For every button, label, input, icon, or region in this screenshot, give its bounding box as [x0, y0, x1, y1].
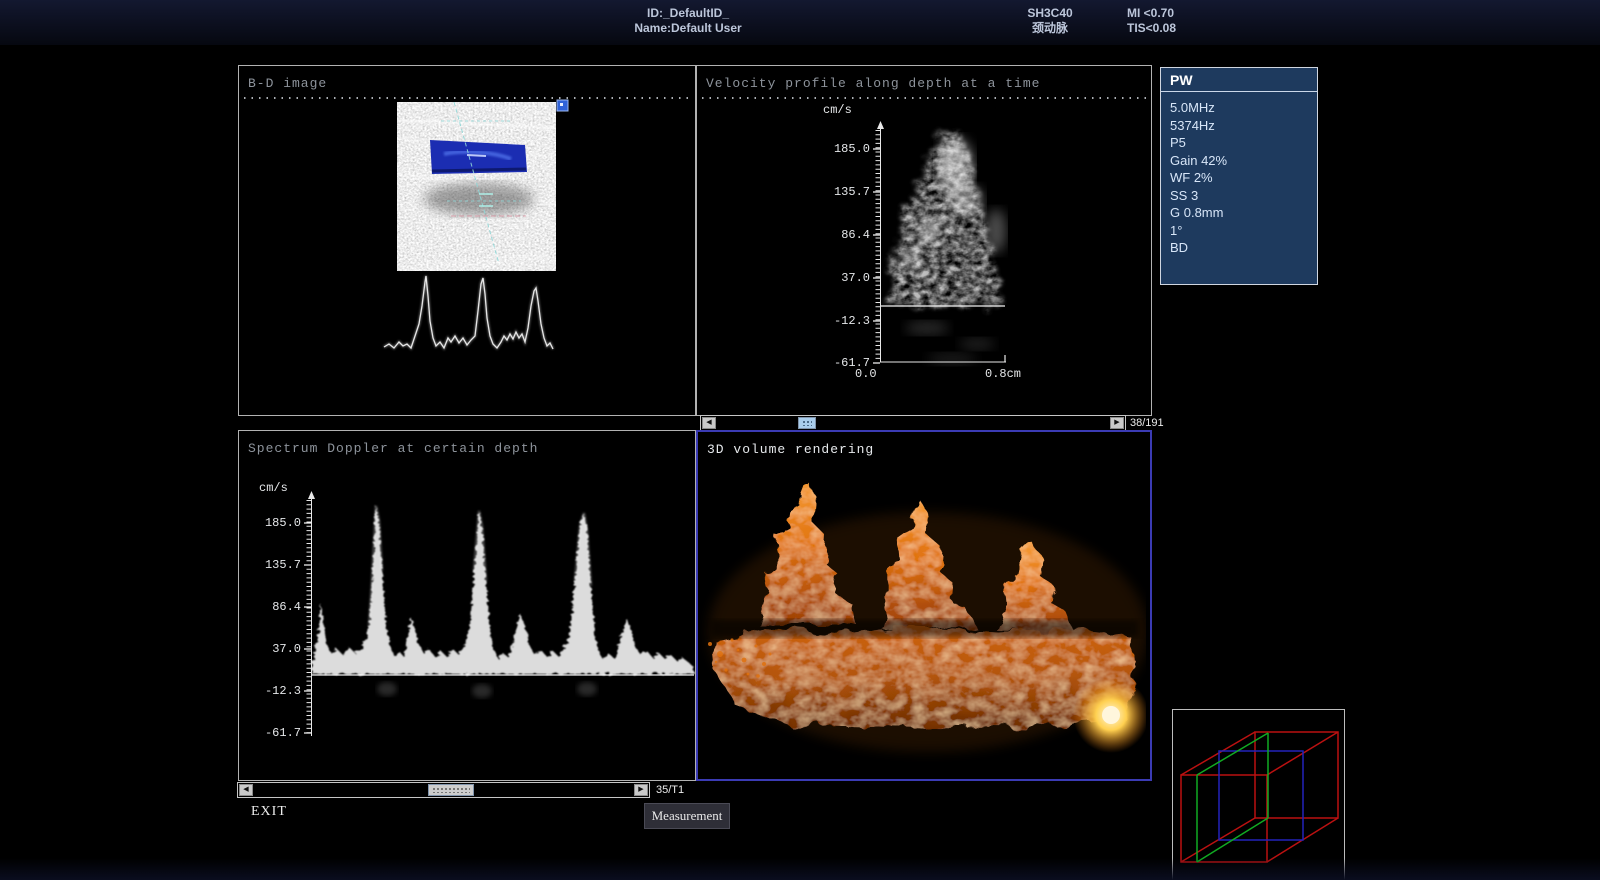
x-tick-end: 0.8cm	[985, 367, 1021, 381]
exit-button[interactable]: EXIT	[251, 804, 287, 820]
tick-label: -61.7	[231, 726, 301, 740]
scrollbar-thumb[interactable]	[428, 784, 474, 796]
exam-preset: 颈动脉	[1027, 21, 1072, 36]
tick-label: 185.0	[231, 516, 301, 530]
scroll-left-button[interactable]: ◀	[702, 417, 716, 429]
scroll-left-button[interactable]: ◀	[239, 784, 253, 796]
pw-mode-title: PW	[1161, 68, 1317, 92]
param-bd: BD	[1170, 239, 1308, 257]
tick-label: -12.3	[231, 684, 301, 698]
param-angle: 1°	[1170, 222, 1308, 240]
velocity-profile-panel[interactable]: Velocity profile along depth at a time	[696, 65, 1152, 416]
pw-parameter-panel: PW 5.0MHz 5374Hz P5 Gain 42% WF 2% SS 3 …	[1160, 67, 1318, 285]
frame-counter: 38/191	[1130, 417, 1164, 429]
measurement-button[interactable]: Measurement	[644, 803, 730, 829]
scroll-right-button[interactable]: ▶	[634, 784, 648, 796]
top-status-bar: ID:_DefaultID_ Name:Default User SH3C40 …	[0, 0, 1600, 45]
tick-label: 86.4	[231, 600, 301, 614]
mi-value: MI <0.70	[1127, 6, 1176, 21]
frame-scrollbar[interactable]: ◀ ▶	[700, 415, 1126, 431]
patient-id: ID:_DefaultID_	[634, 6, 741, 21]
tick-label: 185.0	[800, 142, 870, 156]
scrollbar-thumb[interactable]	[798, 417, 816, 429]
tick-label: 135.7	[800, 185, 870, 199]
tick-label: 135.7	[231, 558, 301, 572]
pw-parameter-list: 5.0MHz 5374Hz P5 Gain 42% WF 2% SS 3 G 0…	[1161, 92, 1317, 264]
spectrum-doppler-panel[interactable]: Spectrum Doppler at certain depth cm/s 1…	[238, 430, 696, 781]
param-frequency: 5.0MHz	[1170, 99, 1308, 117]
tick-label: -12.3	[800, 314, 870, 328]
volume-rendering-graphic	[698, 432, 1146, 775]
ultrasound-app-screen: ID:_DefaultID_ Name:Default User SH3C40 …	[0, 0, 1600, 880]
spectrum-y-ticks: 185.0 135.7 86.4 37.0 -12.3 -61.7	[231, 431, 301, 780]
orientation-cube-icon	[1173, 710, 1344, 880]
x-tick-start: 0.0	[855, 367, 877, 381]
patient-info: ID:_DefaultID_ Name:Default User	[634, 6, 741, 36]
tis-value: TIS<0.08	[1127, 21, 1176, 36]
time-counter: 35/T1	[656, 784, 684, 796]
tick-label: 37.0	[800, 271, 870, 285]
probe-info: SH3C40 颈动脉	[1027, 6, 1072, 36]
thumb-grip-icon	[802, 420, 812, 426]
orientation-cube-box[interactable]	[1172, 709, 1345, 880]
tick-label: 37.0	[231, 642, 301, 656]
param-gain: Gain 42%	[1170, 152, 1308, 170]
focus-marker-icon	[557, 100, 568, 111]
time-scrollbar[interactable]: ◀ ▶	[237, 782, 650, 798]
thumb-grip-icon	[432, 787, 470, 793]
param-prf: 5374Hz	[1170, 117, 1308, 135]
volume-rendering-panel[interactable]: 3D volume rendering	[696, 430, 1152, 781]
bd-image-graphic	[239, 66, 695, 415]
param-power: P5	[1170, 134, 1308, 152]
velocity-y-ticks: 185.0 135.7 86.4 37.0 -12.3 -61.7	[800, 66, 870, 415]
bd-image-panel[interactable]: B-D image	[238, 65, 696, 416]
scroll-right-button[interactable]: ▶	[1110, 417, 1124, 429]
param-gate: G 0.8mm	[1170, 204, 1308, 222]
spectrum-doppler-graphic	[239, 431, 695, 780]
tick-label: 86.4	[800, 228, 870, 242]
param-ss: SS 3	[1170, 187, 1308, 205]
velocity-profile-graphic	[697, 66, 1151, 415]
patient-name: Name:Default User	[634, 21, 741, 36]
param-wall-filter: WF 2%	[1170, 169, 1308, 187]
acoustic-indices: MI <0.70 TIS<0.08	[1127, 6, 1176, 36]
probe-model: SH3C40	[1027, 6, 1072, 21]
bottom-gradient	[0, 858, 1600, 880]
